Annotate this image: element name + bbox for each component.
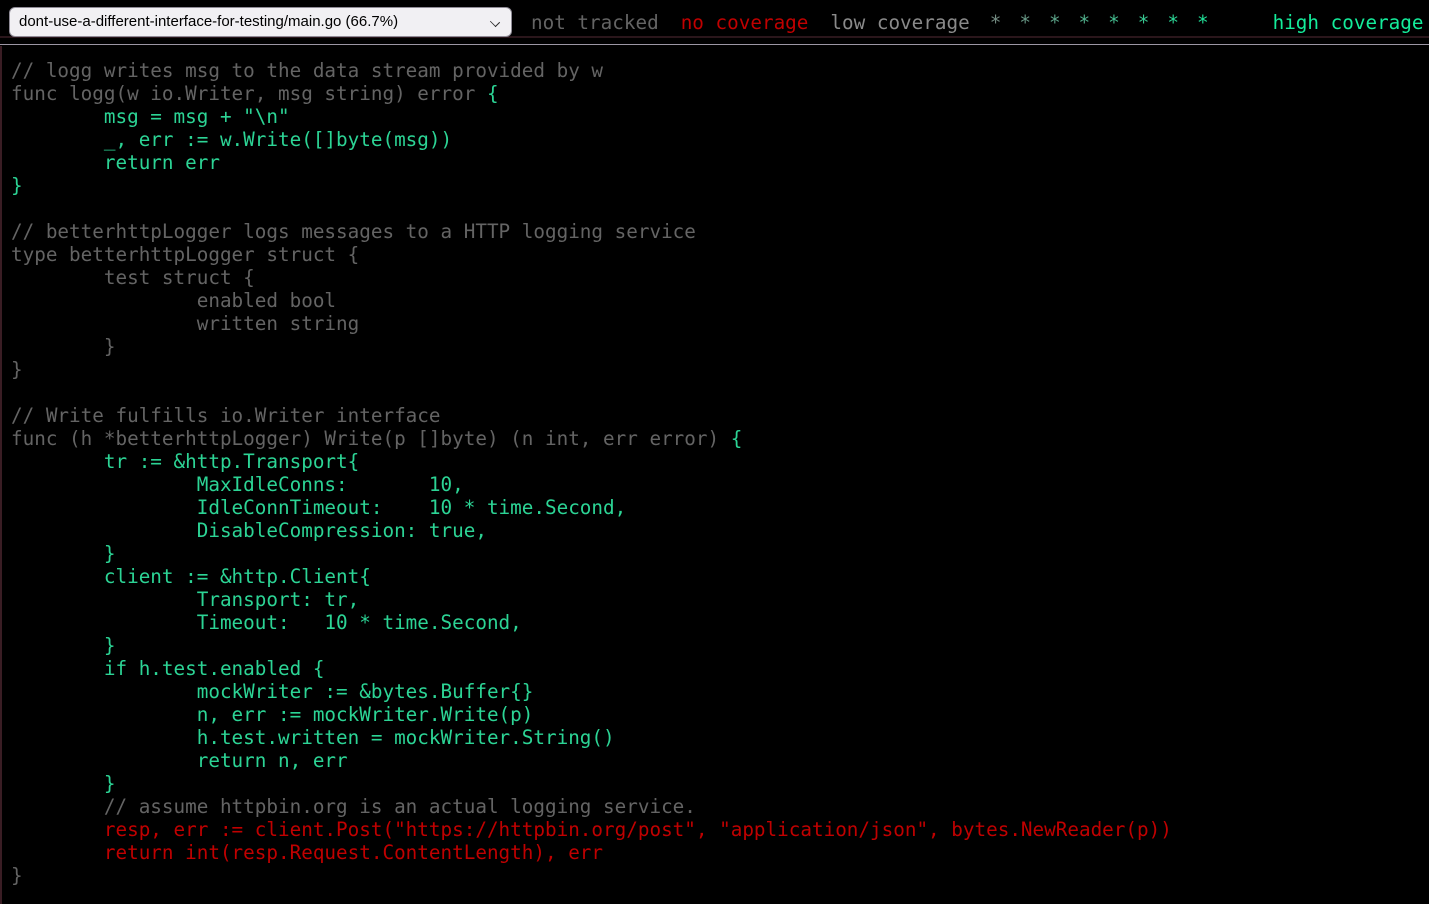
code-line: Transport: tr, [11, 588, 1429, 611]
legend-asterisk: * [1138, 11, 1150, 34]
code-line: type betterhttpLogger struct { [11, 243, 1429, 266]
legend-asterisk: * [1049, 11, 1061, 34]
code-segment-untracked: // logg writes msg to the data stream pr… [11, 59, 603, 82]
code-segment-covered: msg = msg + "\n" [11, 105, 290, 128]
code-line: IdleConnTimeout: 10 * time.Second, [11, 496, 1429, 519]
code-line: return err [11, 151, 1429, 174]
code-line: written string [11, 312, 1429, 335]
code-segment-covered: } [11, 772, 115, 795]
code-segment-covered: tr := &http.Transport{ [11, 450, 359, 473]
code-line: h.test.written = mockWriter.String() [11, 726, 1429, 749]
code-line: enabled bool [11, 289, 1429, 312]
legend-asterisk: * [990, 11, 1002, 34]
code-line [11, 197, 1429, 220]
code-segment-covered: if h.test.enabled { [11, 657, 324, 680]
source-code: // logg writes msg to the data stream pr… [11, 59, 1429, 887]
code-segment-covered: return err [11, 151, 220, 174]
left-edge-artifact [0, 46, 2, 904]
code-line: func logg(w io.Writer, msg string) error… [11, 82, 1429, 105]
code-segment-covered: client := &http.Client{ [11, 565, 371, 588]
code-segment-covered: IdleConnTimeout: 10 * time.Second, [11, 496, 626, 519]
code-segment-covered: } [11, 542, 115, 565]
legend-asterisk: * [1079, 11, 1091, 34]
code-segment-covered: mockWriter := &bytes.Buffer{} [11, 680, 533, 703]
code-segment-untracked: test struct { [11, 266, 255, 289]
code-line: } [11, 634, 1429, 657]
code-segment-covered: h.test.written = mockWriter.String() [11, 726, 615, 749]
legend-asterisk: * [1197, 11, 1209, 34]
code-line: } [11, 174, 1429, 197]
code-line: } [11, 864, 1429, 887]
code-line: test struct { [11, 266, 1429, 289]
code-segment-uncovered: resp, err := client.Post("https://httpbi… [11, 818, 1172, 841]
code-segment-covered: Transport: tr, [11, 588, 359, 611]
code-line: } [11, 358, 1429, 381]
legend-asterisk: * [1167, 11, 1179, 34]
code-line: return n, err [11, 749, 1429, 772]
code-segment-untracked: // betterhttpLogger logs messages to a H… [11, 220, 696, 243]
code-segment-covered: } [11, 634, 115, 657]
code-segment-untracked: func logg(w io.Writer, msg string) error [11, 82, 487, 105]
code-segment-covered: { [487, 82, 499, 105]
code-line: func (h *betterhttpLogger) Write(p []byt… [11, 427, 1429, 450]
code-line: DisableCompression: true, [11, 519, 1429, 542]
code-line: MaxIdleConns: 10, [11, 473, 1429, 496]
code-segment-covered: { [731, 427, 743, 450]
code-segment-covered: _, err := w.Write([]byte(msg)) [11, 128, 452, 151]
topbar: dont-use-a-different-interface-for-testi… [0, 0, 1429, 45]
code-line: msg = msg + "\n" [11, 105, 1429, 128]
code-line: } [11, 542, 1429, 565]
legend-item: low coverage [830, 11, 969, 34]
code-segment-covered: return n, err [11, 749, 348, 772]
code-line: client := &http.Client{ [11, 565, 1429, 588]
code-line: } [11, 335, 1429, 358]
code-line: if h.test.enabled { [11, 657, 1429, 680]
code-segment-untracked: enabled bool [11, 289, 336, 312]
code-line [11, 381, 1429, 404]
code-segment-untracked: // assume httpbin.org is an actual loggi… [11, 795, 696, 818]
code-line: mockWriter := &bytes.Buffer{} [11, 680, 1429, 703]
code-line: return int(resp.Request.ContentLength), … [11, 841, 1429, 864]
file-selector[interactable]: dont-use-a-different-interface-for-testi… [9, 7, 512, 37]
coverage-legend: not tracked no coverage low coverage * * * * * *… [520, 11, 1424, 34]
code-segment-untracked: } [11, 358, 23, 381]
file-selector-wrap: dont-use-a-different-interface-for-testi… [9, 7, 512, 37]
code-segment-covered: } [11, 174, 23, 197]
content: // logg writes msg to the data stream pr… [0, 0, 1429, 904]
code-segment-uncovered: return int(resp.Request.ContentLength), … [11, 841, 603, 864]
code-line: } [11, 772, 1429, 795]
code-segment-untracked: type betterhttpLogger struct { [11, 243, 359, 266]
code-line: n, err := mockWriter.Write(p) [11, 703, 1429, 726]
code-line: // assume httpbin.org is an actual loggi… [11, 795, 1429, 818]
code-segment-covered: MaxIdleConns: 10, [11, 473, 464, 496]
code-segment-covered: DisableCompression: true, [11, 519, 487, 542]
legend-item: high coverage [1273, 11, 1424, 34]
code-line: // logg writes msg to the data stream pr… [11, 59, 1429, 82]
legend-item: not tracked [531, 11, 659, 34]
code-segment-covered: n, err := mockWriter.Write(p) [11, 703, 533, 726]
code-line: // Write fulfills io.Writer interface [11, 404, 1429, 427]
code-line: resp, err := client.Post("https://httpbi… [11, 818, 1429, 841]
code-line: Timeout: 10 * time.Second, [11, 611, 1429, 634]
legend-asterisk: * [1108, 11, 1120, 34]
code-line: tr := &http.Transport{ [11, 450, 1429, 473]
code-segment-untracked: written string [11, 312, 359, 335]
code-segment-untracked: } [11, 335, 115, 358]
code-segment-covered: Timeout: 10 * time.Second, [11, 611, 522, 634]
legend-asterisk: * [1019, 11, 1031, 34]
code-segment-untracked: func (h *betterhttpLogger) Write(p []byt… [11, 427, 731, 450]
code-line: _, err := w.Write([]byte(msg)) [11, 128, 1429, 151]
legend-item: no coverage [681, 11, 809, 34]
code-segment-untracked: // Write fulfills io.Writer interface [11, 404, 441, 427]
code-line: // betterhttpLogger logs messages to a H… [11, 220, 1429, 243]
code-segment-untracked: } [11, 864, 23, 887]
